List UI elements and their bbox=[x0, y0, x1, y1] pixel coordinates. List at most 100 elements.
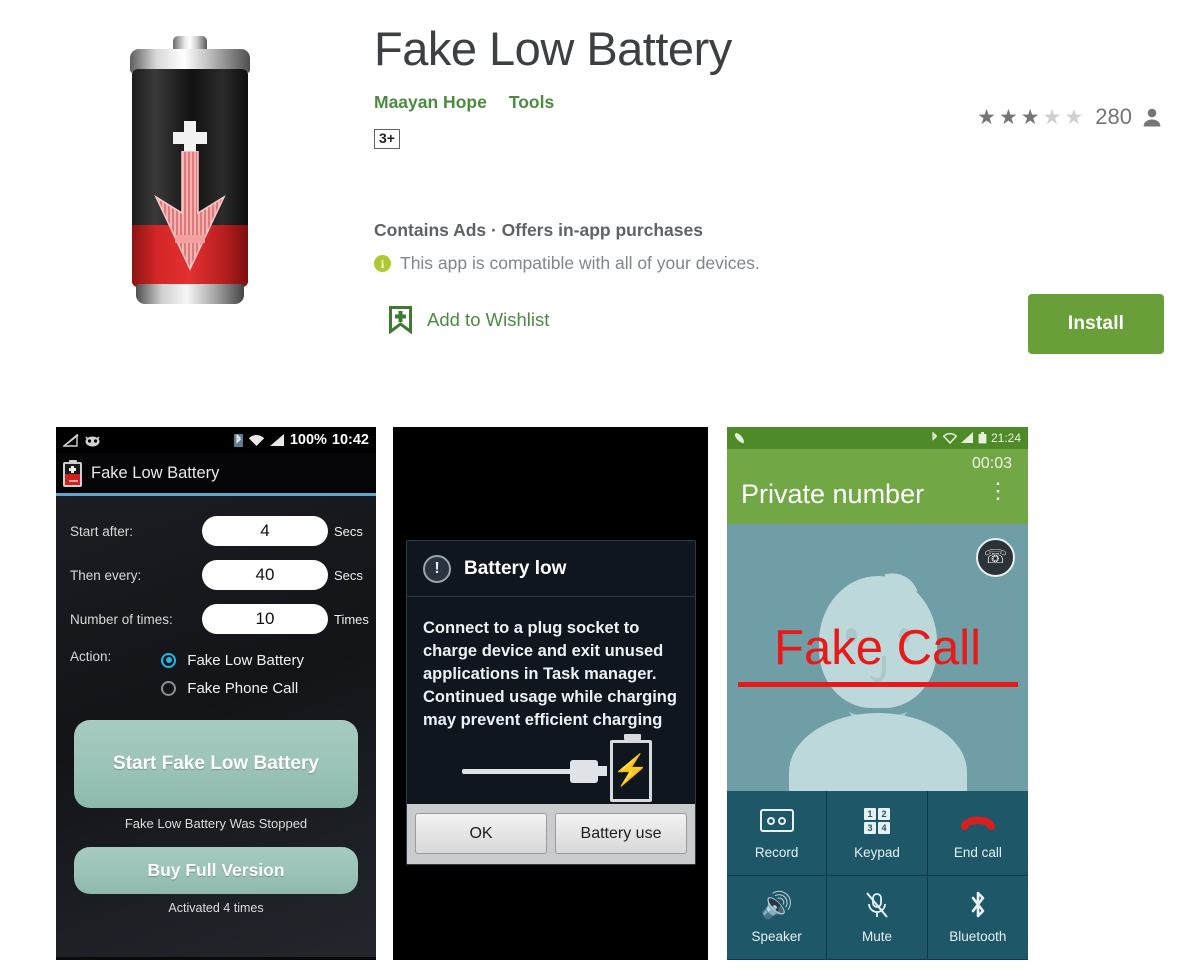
battery-minus-terminal-mark bbox=[175, 235, 205, 243]
warning-icon: ! bbox=[423, 555, 451, 583]
dialog-header: ! Battery low bbox=[407, 541, 695, 597]
status-bar-time: 21:24 bbox=[990, 431, 1021, 445]
caller-name: Private number bbox=[741, 479, 925, 509]
page-title: Fake Low Battery bbox=[374, 22, 732, 75]
keypad-digit: 1 bbox=[863, 807, 876, 820]
battery-percent: 100% bbox=[289, 432, 327, 448]
end-call-handset-icon bbox=[960, 816, 995, 830]
start-status-text: Fake Low Battery Was Stopped bbox=[124, 816, 308, 831]
battery-body bbox=[132, 69, 248, 287]
radio-indicator bbox=[161, 680, 177, 696]
dialog-message: Connect to a plug socket to charge devic… bbox=[423, 619, 677, 730]
app-bar-title: Fake Low Battery bbox=[91, 463, 220, 482]
call-status-bar: 21:24 bbox=[727, 427, 1028, 449]
speaker-icon: 🔊 bbox=[760, 890, 793, 921]
star-icon-1: ★ bbox=[977, 105, 996, 129]
add-to-wishlist-button[interactable]: Add to Wishlist bbox=[388, 305, 549, 334]
bluetooth-icon bbox=[967, 890, 989, 920]
start-after-input[interactable]: 4 bbox=[202, 516, 328, 546]
app-title-block: Fake Low Battery Maayan Hope Tools 3+ bbox=[374, 22, 974, 149]
bluetooth-icon bbox=[233, 433, 243, 447]
bluetooth-glyph-icon bbox=[971, 891, 985, 918]
overflow-menu-icon[interactable]: ⋮ bbox=[987, 480, 1009, 502]
button-label: Mute bbox=[861, 929, 892, 945]
button-label: End call bbox=[953, 844, 1002, 860]
end-call-icon bbox=[958, 806, 998, 836]
down-arrow-icon bbox=[154, 151, 226, 271]
install-button[interactable]: Install bbox=[1028, 294, 1164, 354]
cyanogenmod-mascot-icon bbox=[85, 435, 100, 446]
radio-label: Fake Phone Call bbox=[187, 679, 299, 697]
field-unit: Times bbox=[334, 611, 369, 627]
charging-graphic: ⚡ bbox=[407, 734, 695, 804]
wishlist-label: Add to Wishlist bbox=[427, 308, 550, 330]
cell-signal-icon bbox=[960, 432, 973, 443]
radio-fake-low-battery[interactable]: Fake Low Battery bbox=[161, 646, 304, 674]
keypad-digit: 3 bbox=[863, 821, 876, 834]
end-call-button[interactable]: End call bbox=[927, 791, 1028, 876]
action-label: Action: bbox=[70, 649, 112, 664]
avatar-shoulders bbox=[788, 713, 967, 791]
field-row-start-after: Start after: 4 Secs bbox=[56, 514, 376, 548]
battery-use-button[interactable]: Battery use bbox=[555, 813, 687, 855]
in-call-phone-icon bbox=[734, 433, 744, 444]
lightning-bolt-icon: ⚡ bbox=[612, 754, 650, 788]
call-controls-grid: Record 1 2 3 4 Keypad End call 🔊 Speaker… bbox=[727, 791, 1028, 960]
age-rating-badge: 3+ bbox=[374, 129, 400, 149]
radio-fake-phone-call[interactable]: Fake Phone Call bbox=[161, 674, 304, 702]
then-every-input[interactable]: 40 bbox=[202, 560, 328, 590]
radio-label: Fake Low Battery bbox=[187, 651, 304, 669]
app-meta-row: Maayan Hope Tools bbox=[374, 92, 974, 113]
caller-photo-area: ☏ Fake Call bbox=[727, 524, 1028, 791]
mute-button[interactable]: Mute bbox=[827, 875, 928, 960]
bluetooth-button[interactable]: Bluetooth bbox=[927, 875, 1028, 960]
number-of-times-input[interactable]: 10 bbox=[202, 604, 328, 634]
star-icon-5: ★ bbox=[1064, 105, 1084, 129]
app-bar-battery-icon bbox=[63, 459, 82, 487]
mute-icon bbox=[864, 890, 890, 920]
category-link[interactable]: Tools bbox=[509, 92, 554, 113]
incoming-call-badge-icon: ☏ bbox=[976, 538, 1015, 577]
signal-off-icon bbox=[63, 433, 79, 447]
app-icon bbox=[100, 24, 280, 324]
field-label: Number of times: bbox=[70, 611, 173, 627]
wifi-icon bbox=[942, 432, 957, 444]
compatibility-text: This app is compatible with all of your … bbox=[400, 253, 760, 273]
field-row-then-every: Then every: 40 Secs bbox=[56, 558, 376, 592]
field-label: Then every: bbox=[70, 567, 142, 583]
speaker-button[interactable]: 🔊 Speaker bbox=[727, 875, 828, 960]
start-fake-low-battery-button[interactable]: Start Fake Low Battery bbox=[74, 720, 358, 808]
action-radio-group: Action: Fake Low Battery Fake Phone Call bbox=[56, 646, 376, 702]
usb-plug-icon bbox=[570, 760, 598, 784]
developer-link[interactable]: Maayan Hope bbox=[374, 92, 487, 113]
screenshot-battery-low-dialog[interactable]: ! Battery low Connect to a plug socket t… bbox=[393, 427, 708, 960]
button-label: Speaker bbox=[751, 929, 802, 945]
android-status-bar: 100% 10:42 bbox=[56, 427, 376, 453]
radio-indicator-selected bbox=[161, 652, 177, 668]
app-bar: Fake Low Battery bbox=[56, 453, 376, 496]
field-label: Start after: bbox=[70, 523, 134, 539]
info-icon: i bbox=[374, 255, 391, 272]
call-timer: 00:03 bbox=[971, 455, 1012, 472]
buy-full-version-button[interactable]: Buy Full Version bbox=[74, 847, 358, 894]
microphone-muted-icon bbox=[866, 892, 888, 918]
app-listing-header: Fake Low Battery Maayan Hope Tools 3+ ★ … bbox=[0, 0, 1200, 400]
record-button[interactable]: Record bbox=[727, 791, 828, 876]
screenshot-fake-call[interactable]: 21:24 00:03 Private number ⋮ ☏ Fake Call bbox=[727, 427, 1028, 960]
battery-icon-graphic bbox=[130, 36, 250, 314]
usb-cable-icon bbox=[462, 769, 574, 775]
rating-count: 280 bbox=[1095, 104, 1132, 129]
fake-call-underline bbox=[738, 682, 1018, 687]
ok-button[interactable]: OK bbox=[415, 813, 547, 855]
person-icon bbox=[1143, 108, 1161, 126]
dialog-button-bar: OK Battery use bbox=[407, 804, 695, 865]
dialog-title: Battery low bbox=[464, 558, 567, 579]
wifi-icon bbox=[248, 434, 265, 446]
compatibility-note: i This app is compatible with all of you… bbox=[374, 253, 760, 274]
battery-icon bbox=[978, 432, 987, 444]
button-label: Record bbox=[754, 844, 799, 860]
screenshot-app-settings[interactable]: 100% 10:42 Fake Low Battery Start after:… bbox=[56, 427, 376, 960]
settings-form: Start after: 4 Secs Then every: 40 Secs … bbox=[56, 496, 376, 957]
rating-summary[interactable]: ★ ★ ★ ★ ★ 280 bbox=[977, 104, 1162, 130]
keypad-button[interactable]: 1 2 3 4 Keypad bbox=[827, 791, 928, 876]
